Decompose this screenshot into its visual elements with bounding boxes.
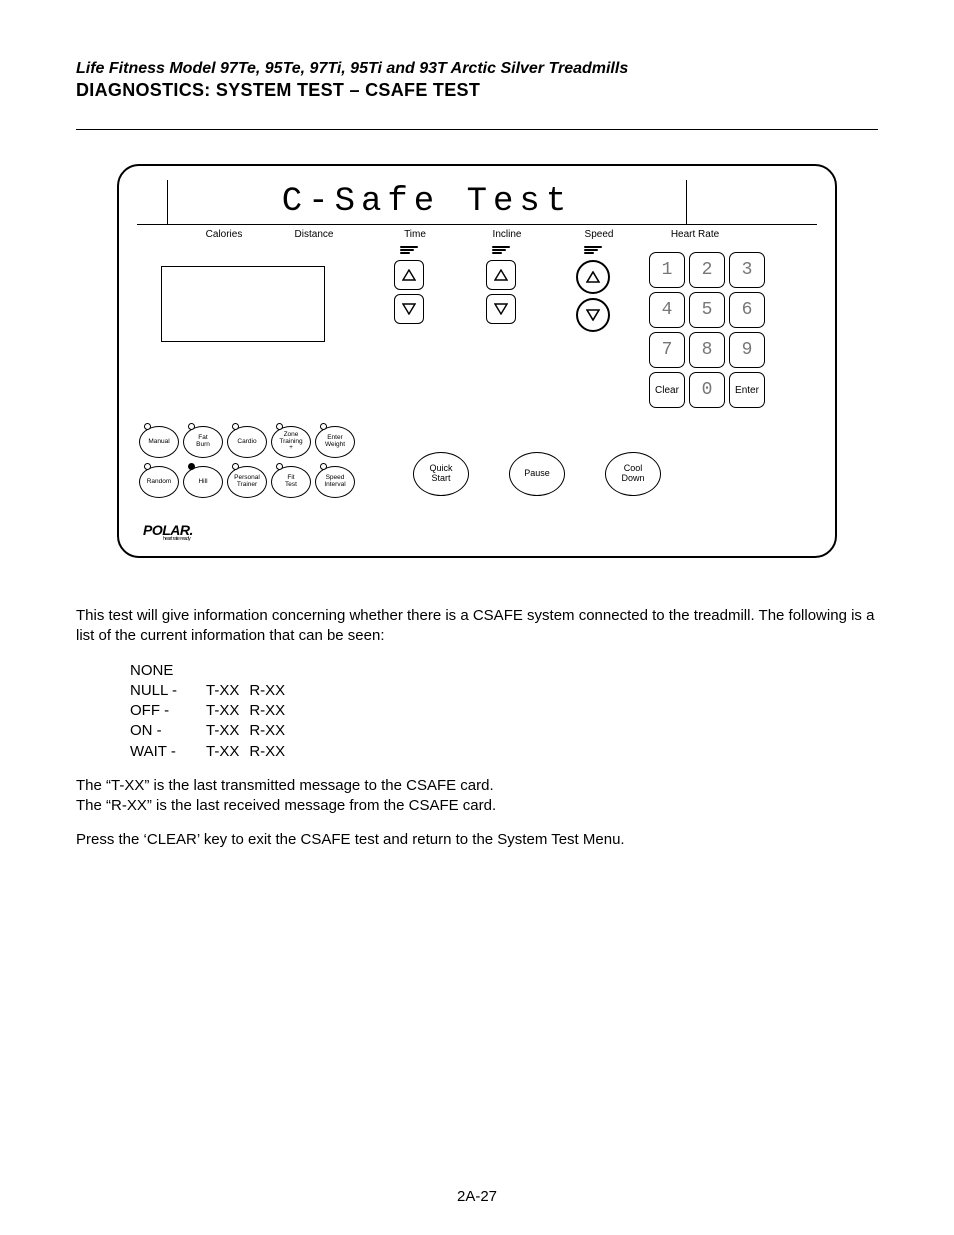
prog-personal-trainer[interactable]: Personal Trainer	[227, 466, 267, 498]
prog-cardio[interactable]: Cardio	[227, 426, 267, 458]
key-9[interactable]: 9	[729, 332, 765, 368]
txx-explanation: The “T-XX” is the last transmitted messa…	[76, 776, 878, 796]
label-speed: Speed	[553, 229, 645, 240]
bars-icon	[400, 246, 418, 254]
key-enter[interactable]: Enter	[729, 372, 765, 408]
triangle-down-icon	[586, 309, 600, 321]
intro-paragraph: This test will give information concerni…	[76, 606, 878, 647]
time-down-button[interactable]	[394, 294, 424, 324]
lcd-panel	[161, 266, 325, 342]
key-7[interactable]: 7	[649, 332, 685, 368]
program-buttons: Manual Fat Burn Cardio Zone Training + E…	[139, 426, 357, 504]
time-column	[363, 246, 455, 324]
speed-down-button[interactable]	[576, 298, 610, 332]
header-model-line: Life Fitness Model 97Te, 95Te, 97Ti, 95T…	[76, 60, 878, 78]
label-distance: Distance	[269, 229, 359, 240]
clear-instruction: Press the ‘CLEAR’ key to exit the CSAFE …	[76, 830, 878, 850]
key-1[interactable]: 1	[649, 252, 685, 288]
body-text: This test will give information concerni…	[76, 606, 878, 851]
label-calories: Calories	[179, 229, 269, 240]
prog-enter-weight[interactable]: Enter Weight	[315, 426, 355, 458]
time-up-button[interactable]	[394, 260, 424, 290]
bars-icon	[492, 246, 510, 254]
polar-logo: POLAR. heart rate ready	[143, 522, 817, 542]
speed-up-button[interactable]	[576, 260, 610, 294]
key-3[interactable]: 3	[729, 252, 765, 288]
pause-button[interactable]: Pause	[509, 452, 565, 496]
label-heart-rate: Heart Rate	[649, 229, 741, 240]
label-time: Time	[369, 229, 461, 240]
key-8[interactable]: 8	[689, 332, 725, 368]
rxx-explanation: The “R-XX” is the last received message …	[76, 796, 878, 816]
key-4[interactable]: 4	[649, 292, 685, 328]
page-number: 2A-27	[0, 1188, 954, 1205]
console-title: C-Safe Test	[282, 183, 572, 221]
key-6[interactable]: 6	[729, 292, 765, 328]
prog-manual[interactable]: Manual	[139, 426, 179, 458]
prog-zone-training[interactable]: Zone Training +	[271, 426, 311, 458]
triangle-down-icon	[494, 303, 508, 315]
numeric-keypad: 1 2 3 4 5 6 7 8 9 Clear 0 Enter	[649, 252, 765, 408]
key-2[interactable]: 2	[689, 252, 725, 288]
table-row: NONE	[130, 661, 295, 681]
table-row: ON -T-XXR-XX	[130, 721, 295, 741]
prog-random[interactable]: Random	[139, 466, 179, 498]
key-0[interactable]: 0	[689, 372, 725, 408]
triangle-up-icon	[402, 269, 416, 281]
prog-speed-interval[interactable]: Speed Interval	[315, 466, 355, 498]
key-clear[interactable]: Clear	[649, 372, 685, 408]
incline-down-button[interactable]	[486, 294, 516, 324]
prog-hill[interactable]: Hill	[183, 466, 223, 498]
prog-fat-burn[interactable]: Fat Burn	[183, 426, 223, 458]
state-table: NONE NULL -T-XXR-XX OFF -T-XXR-XX ON -T-…	[130, 661, 295, 762]
header-section-title: DIAGNOSTICS: SYSTEM TEST – CSAFE TEST	[76, 80, 878, 101]
triangle-up-icon	[494, 269, 508, 281]
table-row: WAIT -T-XXR-XX	[130, 742, 295, 762]
triangle-up-icon	[586, 271, 600, 283]
label-incline: Incline	[461, 229, 553, 240]
prog-fit-test[interactable]: Fit Test	[271, 466, 311, 498]
table-row: NULL -T-XXR-XX	[130, 681, 295, 701]
speed-column	[547, 246, 639, 332]
table-row: OFF -T-XXR-XX	[130, 701, 295, 721]
triangle-down-icon	[402, 303, 416, 315]
console-panel: C-Safe Test Calories Distance Time Incli…	[117, 164, 837, 558]
divider	[76, 129, 878, 130]
cool-down-button[interactable]: Cool Down	[605, 452, 661, 496]
bars-icon	[584, 246, 602, 254]
column-labels-row: Calories Distance Time Incline Speed Hea…	[137, 229, 817, 240]
incline-column	[455, 246, 547, 324]
key-5[interactable]: 5	[689, 292, 725, 328]
incline-up-button[interactable]	[486, 260, 516, 290]
quick-start-button[interactable]: Quick Start	[413, 452, 469, 496]
